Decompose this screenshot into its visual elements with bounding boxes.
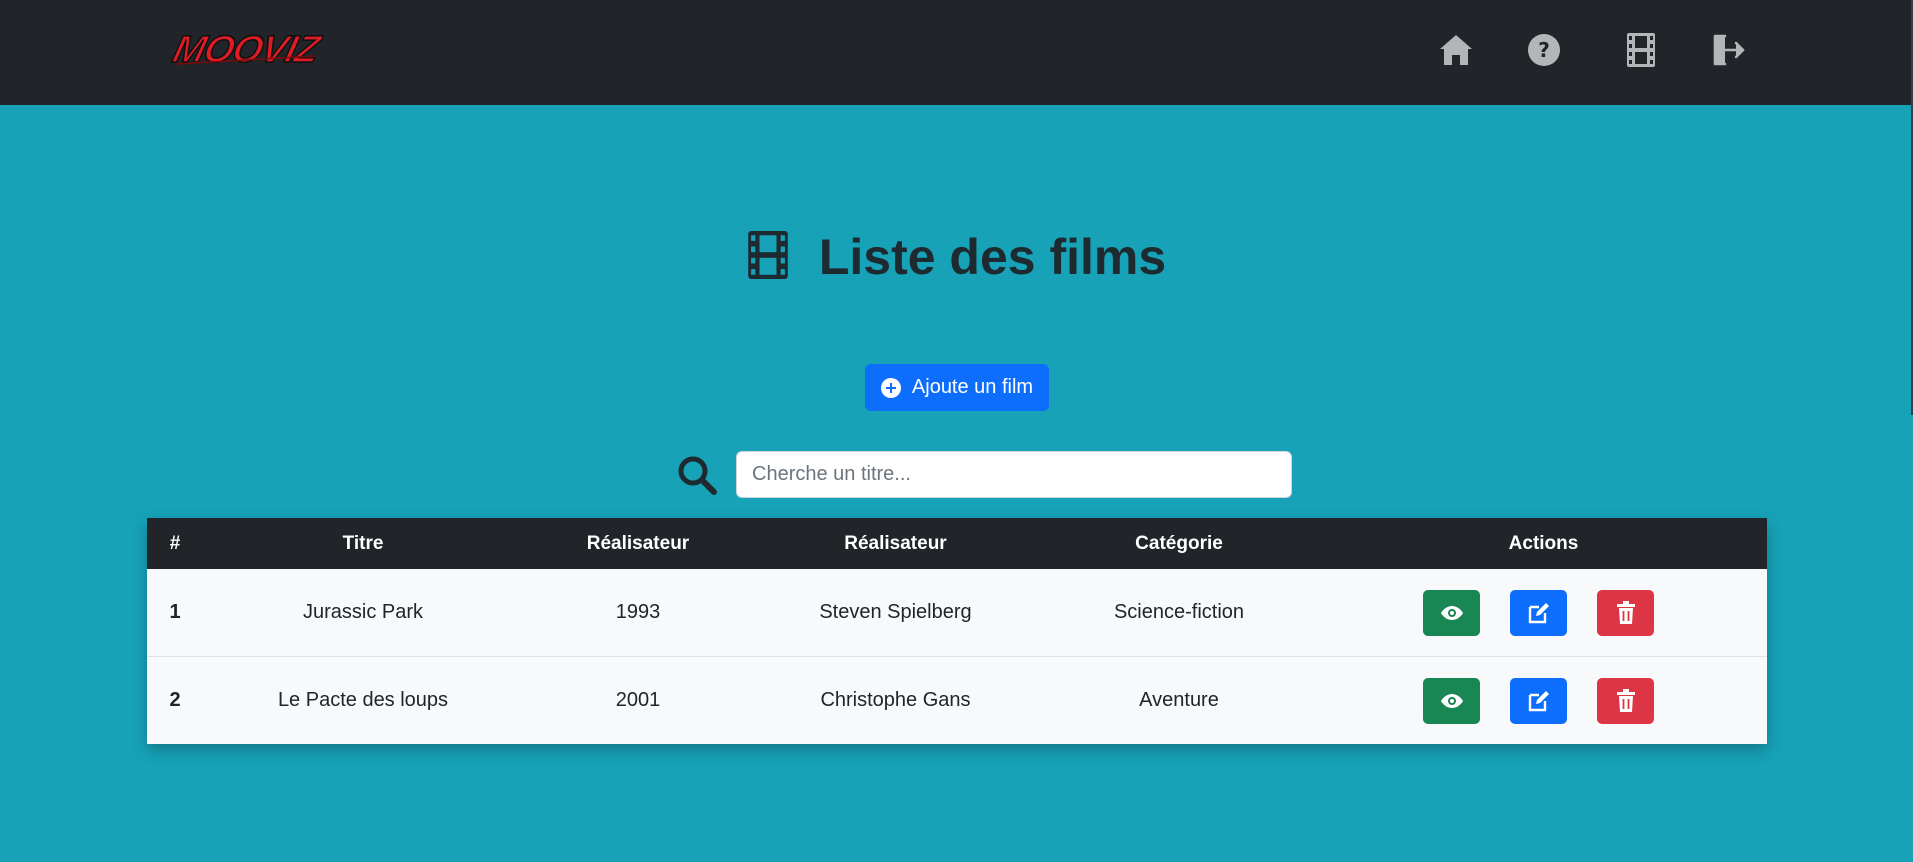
table-row: 1 Jurassic Park 1993 Steven Spielberg Sc…: [147, 569, 1767, 657]
add-film-button[interactable]: Ajoute un film: [865, 364, 1049, 411]
row-number: 1: [147, 569, 203, 657]
film-title: Le Pacte des loups: [203, 656, 523, 744]
row-actions: [1320, 569, 1767, 657]
trash-icon: [1616, 600, 1635, 624]
column-header-director[interactable]: Réalisateur: [753, 518, 1038, 569]
column-header-number[interactable]: #: [147, 518, 203, 569]
edit-icon: [1528, 602, 1549, 623]
brand-logo[interactable]: MOOVIZ: [166, 26, 352, 72]
page-header: Liste des films: [0, 228, 1913, 286]
column-header-category[interactable]: Catégorie: [1038, 518, 1320, 569]
svg-text:MOOVIZ: MOOVIZ: [169, 29, 326, 71]
film-title: Jurassic Park: [203, 569, 523, 657]
navbar: MOOVIZ ?: [0, 0, 1913, 105]
film-category: Aventure: [1038, 656, 1320, 744]
plus-circle-icon: [880, 377, 901, 398]
logout-icon[interactable]: [1707, 28, 1751, 72]
row-number: 2: [147, 656, 203, 744]
row-actions: [1320, 656, 1767, 744]
film-icon: [747, 230, 789, 284]
page-title: Liste des films: [818, 229, 1167, 285]
delete-button[interactable]: [1597, 589, 1654, 636]
view-button[interactable]: [1423, 589, 1480, 636]
edit-icon: [1528, 690, 1549, 711]
film-category: Science-fiction: [1038, 569, 1320, 657]
svg-text:?: ?: [1538, 38, 1550, 62]
edit-button[interactable]: [1510, 589, 1567, 636]
edit-button[interactable]: [1510, 677, 1567, 724]
home-icon[interactable]: [1434, 28, 1478, 72]
eye-icon: [1440, 693, 1463, 708]
delete-button[interactable]: [1597, 677, 1654, 724]
film-year: 2001: [523, 656, 753, 744]
add-film-label: Ajoute un film: [911, 376, 1034, 398]
help-icon[interactable]: ?: [1522, 28, 1566, 72]
column-header-year[interactable]: Réalisateur: [523, 518, 753, 569]
search-icon: [676, 454, 718, 496]
eye-icon: [1440, 605, 1463, 620]
film-year: 1993: [523, 569, 753, 657]
film-director: Christophe Gans: [753, 656, 1038, 744]
column-header-title[interactable]: Titre: [203, 518, 523, 569]
column-header-actions: Actions: [1320, 518, 1767, 569]
film-icon[interactable]: [1619, 28, 1663, 72]
view-button[interactable]: [1423, 677, 1480, 724]
trash-icon: [1616, 688, 1635, 712]
film-director: Steven Spielberg: [753, 569, 1038, 657]
films-table: # Titre Réalisateur Réalisateur Catégori…: [147, 518, 1767, 744]
table-row: 2 Le Pacte des loups 2001 Christophe Gan…: [147, 656, 1767, 744]
search-input[interactable]: [736, 451, 1292, 498]
table-header-row: # Titre Réalisateur Réalisateur Catégori…: [147, 518, 1767, 569]
